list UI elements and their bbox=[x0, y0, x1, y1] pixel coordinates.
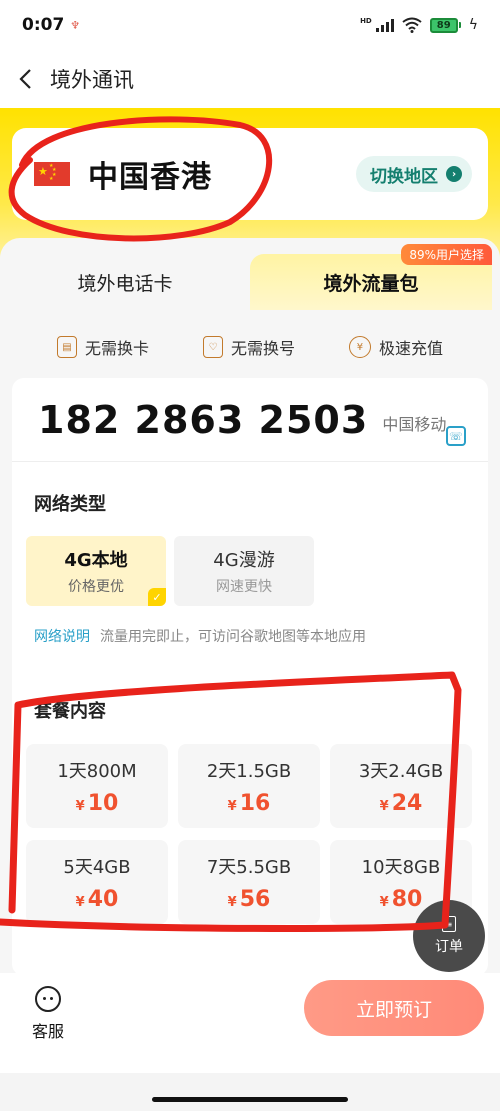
battery-icon: 89 bbox=[429, 17, 461, 33]
status-indicators: HD 89 ϟ bbox=[360, 17, 478, 33]
package-name: 3天2.4GB bbox=[358, 760, 444, 782]
feature-label: 无需换号 bbox=[230, 339, 295, 358]
status-time: 0:07 bbox=[22, 15, 65, 35]
feature-list: ▤ 无需换卡 ♡ 无需换号 ¥ 极速充值 bbox=[0, 330, 500, 364]
tab-phone-card-label: 境外电话卡 bbox=[77, 272, 173, 295]
feature-label: 无需换卡 bbox=[84, 339, 149, 358]
check-icon: ✓ bbox=[148, 588, 166, 606]
customer-service-icon bbox=[35, 986, 61, 1012]
order-list-icon: ≡ bbox=[442, 916, 456, 932]
package-option[interactable]: 2天1.5GB ¥16 bbox=[178, 744, 320, 828]
wifi-icon bbox=[402, 17, 422, 33]
package-section-title: 套餐内容 bbox=[34, 701, 106, 722]
customer-service-button[interactable]: 客服 bbox=[26, 986, 70, 1042]
package-option[interactable]: 3天2.4GB ¥24 bbox=[330, 744, 472, 828]
phone-shield-icon: ♡ bbox=[202, 336, 223, 358]
package-name: 7天5.5GB bbox=[206, 856, 292, 878]
sim-card-icon: ▤ bbox=[56, 336, 77, 358]
package-option[interactable]: 5天4GB ¥40 bbox=[26, 840, 168, 924]
package-name: 5天4GB bbox=[63, 856, 131, 878]
orders-label: 订单 bbox=[435, 939, 463, 955]
switch-region-button[interactable]: 切换地区 › bbox=[356, 156, 472, 192]
package-option[interactable]: 1天800M ¥10 bbox=[26, 744, 168, 828]
network-option-roaming[interactable]: 4G漫游 网速更快 bbox=[174, 536, 314, 606]
tab-data-package[interactable]: 境外流量包 89%用户选择 bbox=[250, 244, 492, 310]
network-description-text: 流量用完即止，可访问谷歌地图等本地应用 bbox=[100, 629, 366, 645]
page-title: 境外通讯 bbox=[50, 68, 134, 92]
yen-coin-icon: ¥ bbox=[348, 336, 371, 358]
carrier-label: 中国移动 bbox=[382, 414, 447, 434]
package-name: 1天800M bbox=[57, 760, 137, 782]
orders-button[interactable]: ≡ 订单 bbox=[413, 900, 485, 972]
package-price: ¥10 bbox=[75, 790, 119, 816]
package-price: ¥80 bbox=[379, 886, 423, 912]
feature-item: ▤ 无需换卡 bbox=[56, 330, 149, 364]
popularity-badge: 89%用户选择 bbox=[401, 244, 492, 265]
contacts-icon[interactable]: ☏ bbox=[446, 426, 466, 446]
book-now-button[interactable]: 立即预订 bbox=[304, 980, 484, 1036]
phone-number-row[interactable]: 182 2863 2503 中国移动 ☏ bbox=[12, 378, 488, 462]
package-option[interactable]: 7天5.5GB ¥56 bbox=[178, 840, 320, 924]
tab-phone-card[interactable]: 境外电话卡 bbox=[0, 254, 250, 310]
feature-item: ♡ 无需换号 bbox=[202, 330, 295, 364]
feature-item: ¥ 极速充值 bbox=[348, 330, 443, 364]
network-option-local[interactable]: 4G本地 价格更优 ✓ bbox=[26, 536, 166, 606]
region-card: ★ ★ ★ ★ ★ 中国香港 切换地区 › bbox=[12, 128, 488, 220]
battery-level: 89 bbox=[429, 17, 458, 33]
customer-service-label: 客服 bbox=[31, 1022, 64, 1041]
chevron-right-icon: › bbox=[446, 166, 462, 182]
phone-number: 182 2863 2503 bbox=[38, 397, 369, 442]
network-label: HD bbox=[360, 17, 372, 25]
status-bar: 0:07 ♆ HD 89 ϟ bbox=[0, 0, 500, 50]
region-name: 中国香港 bbox=[88, 160, 212, 195]
book-now-label: 立即预订 bbox=[355, 998, 432, 1021]
network-option-title: 4G本地 bbox=[64, 550, 128, 571]
product-tabs: 境外电话卡 境外流量包 89%用户选择 bbox=[0, 238, 500, 310]
package-price: ¥56 bbox=[227, 886, 271, 912]
network-option-title: 4G漫游 bbox=[213, 550, 275, 571]
network-option-subtitle: 网速更快 bbox=[216, 579, 272, 595]
signal-icon: HD bbox=[360, 18, 394, 32]
charging-icon: ϟ bbox=[468, 17, 478, 33]
package-price: ¥40 bbox=[75, 886, 119, 912]
tab-data-package-label: 境外流量包 bbox=[323, 272, 419, 295]
home-indicator bbox=[152, 1097, 348, 1102]
network-option-subtitle: 价格更优 bbox=[68, 579, 124, 595]
switch-region-label: 切换地区 bbox=[370, 166, 438, 187]
network-description: 网络说明 流量用完即止，可访问谷歌地图等本地应用 bbox=[34, 626, 366, 646]
back-icon[interactable] bbox=[14, 68, 36, 90]
feature-label: 极速充值 bbox=[378, 339, 443, 358]
network-info-link[interactable]: 网络说明 bbox=[34, 629, 90, 645]
network-type-title: 网络类型 bbox=[34, 494, 106, 515]
nav-bar: 境外通讯 bbox=[0, 50, 500, 108]
package-name: 10天8GB bbox=[361, 856, 441, 878]
package-name: 2天1.5GB bbox=[206, 760, 292, 782]
china-flag-icon: ★ ★ ★ ★ ★ bbox=[34, 162, 70, 186]
notification-icon: ♆ bbox=[70, 18, 81, 32]
package-price: ¥16 bbox=[227, 790, 271, 816]
package-price: ¥24 bbox=[379, 790, 423, 816]
